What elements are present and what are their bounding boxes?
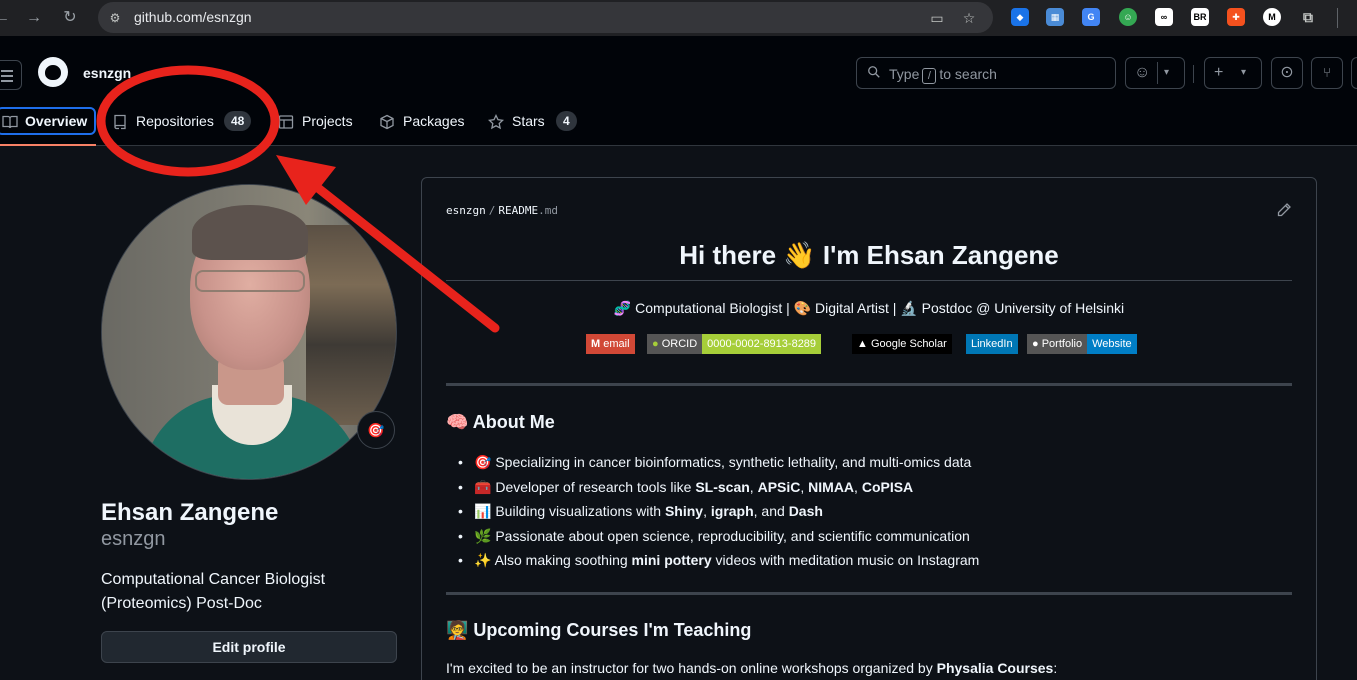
address-bar[interactable]: ⚙ github.com/esnzgn ▭ ☆ [98, 2, 993, 33]
chevron-down-icon: ▾ [1241, 67, 1247, 78]
toolbar-divider [1337, 8, 1338, 28]
section-divider [446, 383, 1292, 386]
profile-login: esnzgn [101, 528, 166, 550]
profile-avatar[interactable] [101, 184, 397, 480]
back-arrow-icon[interactable]: ← [0, 6, 14, 30]
glasses-extension-icon[interactable]: ∞ [1155, 8, 1173, 26]
url-text[interactable]: github.com/esnzgn [134, 9, 252, 25]
gmail-icon-label: M email [586, 334, 635, 354]
tab-repositories[interactable]: Repositories 48 [112, 106, 256, 136]
tab-stars-label: Stars [512, 113, 545, 129]
active-tab-underline [0, 144, 96, 146]
context-username[interactable]: esnzgn [83, 65, 131, 81]
issues-button[interactable]: ⊙ [1271, 57, 1303, 89]
list-item: 🎯 Specializing in cancer bioinformatics,… [454, 450, 1284, 475]
search-placeholder: Type / to search [889, 66, 997, 84]
tab-projects[interactable]: Projects [278, 106, 358, 136]
create-new-button[interactable]: + ▾ [1204, 57, 1262, 89]
plus-icon: + [1214, 64, 1224, 81]
title-divider [446, 280, 1292, 281]
list-item: 🧰 Developer of research tools like SL-sc… [454, 475, 1284, 500]
table-icon [278, 115, 294, 129]
puzzle-extension-icon[interactable]: ⧉ [1299, 8, 1317, 26]
profile-bio: Computational Cancer Biologist (Proteomi… [101, 571, 326, 612]
grid-extension-icon[interactable]: ✚ [1227, 8, 1245, 26]
copilot-button[interactable]: ☺ ▾ [1125, 57, 1185, 89]
list-item: ✨ Also making soothing mini pottery vide… [454, 548, 1284, 573]
courses-intro: I'm excited to be an instructor for two … [446, 660, 1058, 676]
readme-file-link[interactable]: README [498, 204, 538, 217]
cast-icon[interactable]: ▭ [926, 8, 948, 28]
reload-icon[interactable]: ↻ [58, 6, 82, 30]
notifications-button[interactable] [1351, 57, 1357, 89]
site-settings-icon[interactable]: ⚙ [106, 9, 124, 27]
google-scholar-badge[interactable]: ▲ Google Scholar [852, 334, 952, 354]
readme-card: esnzgn / README.md Hi there 👋 I'm Ehsan Za… [421, 177, 1317, 680]
repo-icon [114, 114, 126, 130]
bookmark-star-icon[interactable]: ☆ [958, 8, 980, 28]
tab-repositories-label: Repositories [136, 113, 214, 129]
list-item: 🌿 Passionate about open science, reprodu… [454, 524, 1284, 549]
section-divider [446, 592, 1292, 595]
pull-requests-button[interactable]: ⑂ [1311, 57, 1343, 89]
menu-icon[interactable] [0, 60, 22, 90]
tab-projects-label: Projects [302, 113, 353, 129]
search-icon [868, 66, 880, 78]
shield-extension-icon[interactable]: ◆ [1011, 8, 1029, 26]
about-heading: 🧠 About Me [446, 412, 555, 432]
courses-heading: 🧑‍🏫 Upcoming Courses I'm Teaching [446, 620, 752, 640]
tab-stars[interactable]: Stars 4 [488, 106, 578, 136]
slash-key-hint: / [922, 68, 937, 84]
br-extension-icon[interactable]: BR [1191, 8, 1209, 26]
github-header: esnzgn Type / to search ☺ ▾ + ▾ ⊙ ⑂ Overvi… [0, 36, 1357, 146]
readme-owner-link[interactable]: esnzgn [446, 204, 486, 217]
edit-profile-button[interactable]: Edit profile [101, 631, 397, 663]
orcid-badge[interactable]: ● ORCID 0000-0002-8913-8289 [647, 334, 822, 354]
tab-packages-label: Packages [403, 113, 465, 129]
translate-extension-icon[interactable]: G [1082, 8, 1100, 26]
readme-title: Hi there 👋 I'm Ehsan Zangene [679, 240, 1059, 270]
package-icon [380, 114, 394, 130]
book-icon [2, 115, 18, 129]
copilot-icon: ☺ [1134, 64, 1151, 81]
pencil-edit-icon[interactable] [1276, 202, 1292, 218]
linkedin-badge[interactable]: LinkedIn [966, 334, 1018, 354]
list-item: 📊 Building visualizations with Shiny, ig… [454, 499, 1284, 524]
star-icon [488, 114, 504, 130]
tab-packages[interactable]: Packages [379, 106, 469, 136]
about-list: 🎯 Specializing in cancer bioinformatics,… [454, 450, 1284, 573]
stars-count-badge: 4 [556, 111, 577, 131]
github-logo-icon[interactable] [38, 57, 68, 87]
issue-circle-icon: ⊙ [1280, 64, 1294, 81]
browser-toolbar: ← → ↻ ⚙ github.com/esnzgn ▭ ☆ ◆ ▦ G ☺ ∞ … [0, 0, 1357, 36]
portfolio-badge[interactable]: ● Portfolio Website [1027, 334, 1137, 354]
header-divider [1193, 65, 1194, 83]
android-extension-icon[interactable]: ☺ [1119, 8, 1137, 26]
tab-overview-label: Overview [25, 113, 88, 129]
forward-arrow-icon[interactable]: → [22, 6, 46, 30]
search-input[interactable]: Type / to search [856, 57, 1116, 89]
tab-overview[interactable]: Overview [0, 106, 96, 136]
repositories-count-badge: 48 [224, 111, 252, 131]
orcid-icon-label: ● ORCID [647, 334, 703, 354]
pull-request-icon: ⑂ [1323, 65, 1331, 80]
readme-path: esnzgn / README.md [446, 204, 558, 217]
chevron-down-icon: ▾ [1164, 67, 1170, 78]
m-extension-icon[interactable]: M [1263, 8, 1281, 26]
email-badge[interactable]: M email [586, 334, 635, 354]
image-extension-icon[interactable]: ▦ [1046, 8, 1064, 26]
status-emoji-badge[interactable]: 🎯 [357, 411, 395, 449]
profile-name: Ehsan Zangene [101, 499, 279, 526]
readme-subtitle: 🧬 Computational Biologist | 🎨 Digital Ar… [613, 300, 1125, 316]
